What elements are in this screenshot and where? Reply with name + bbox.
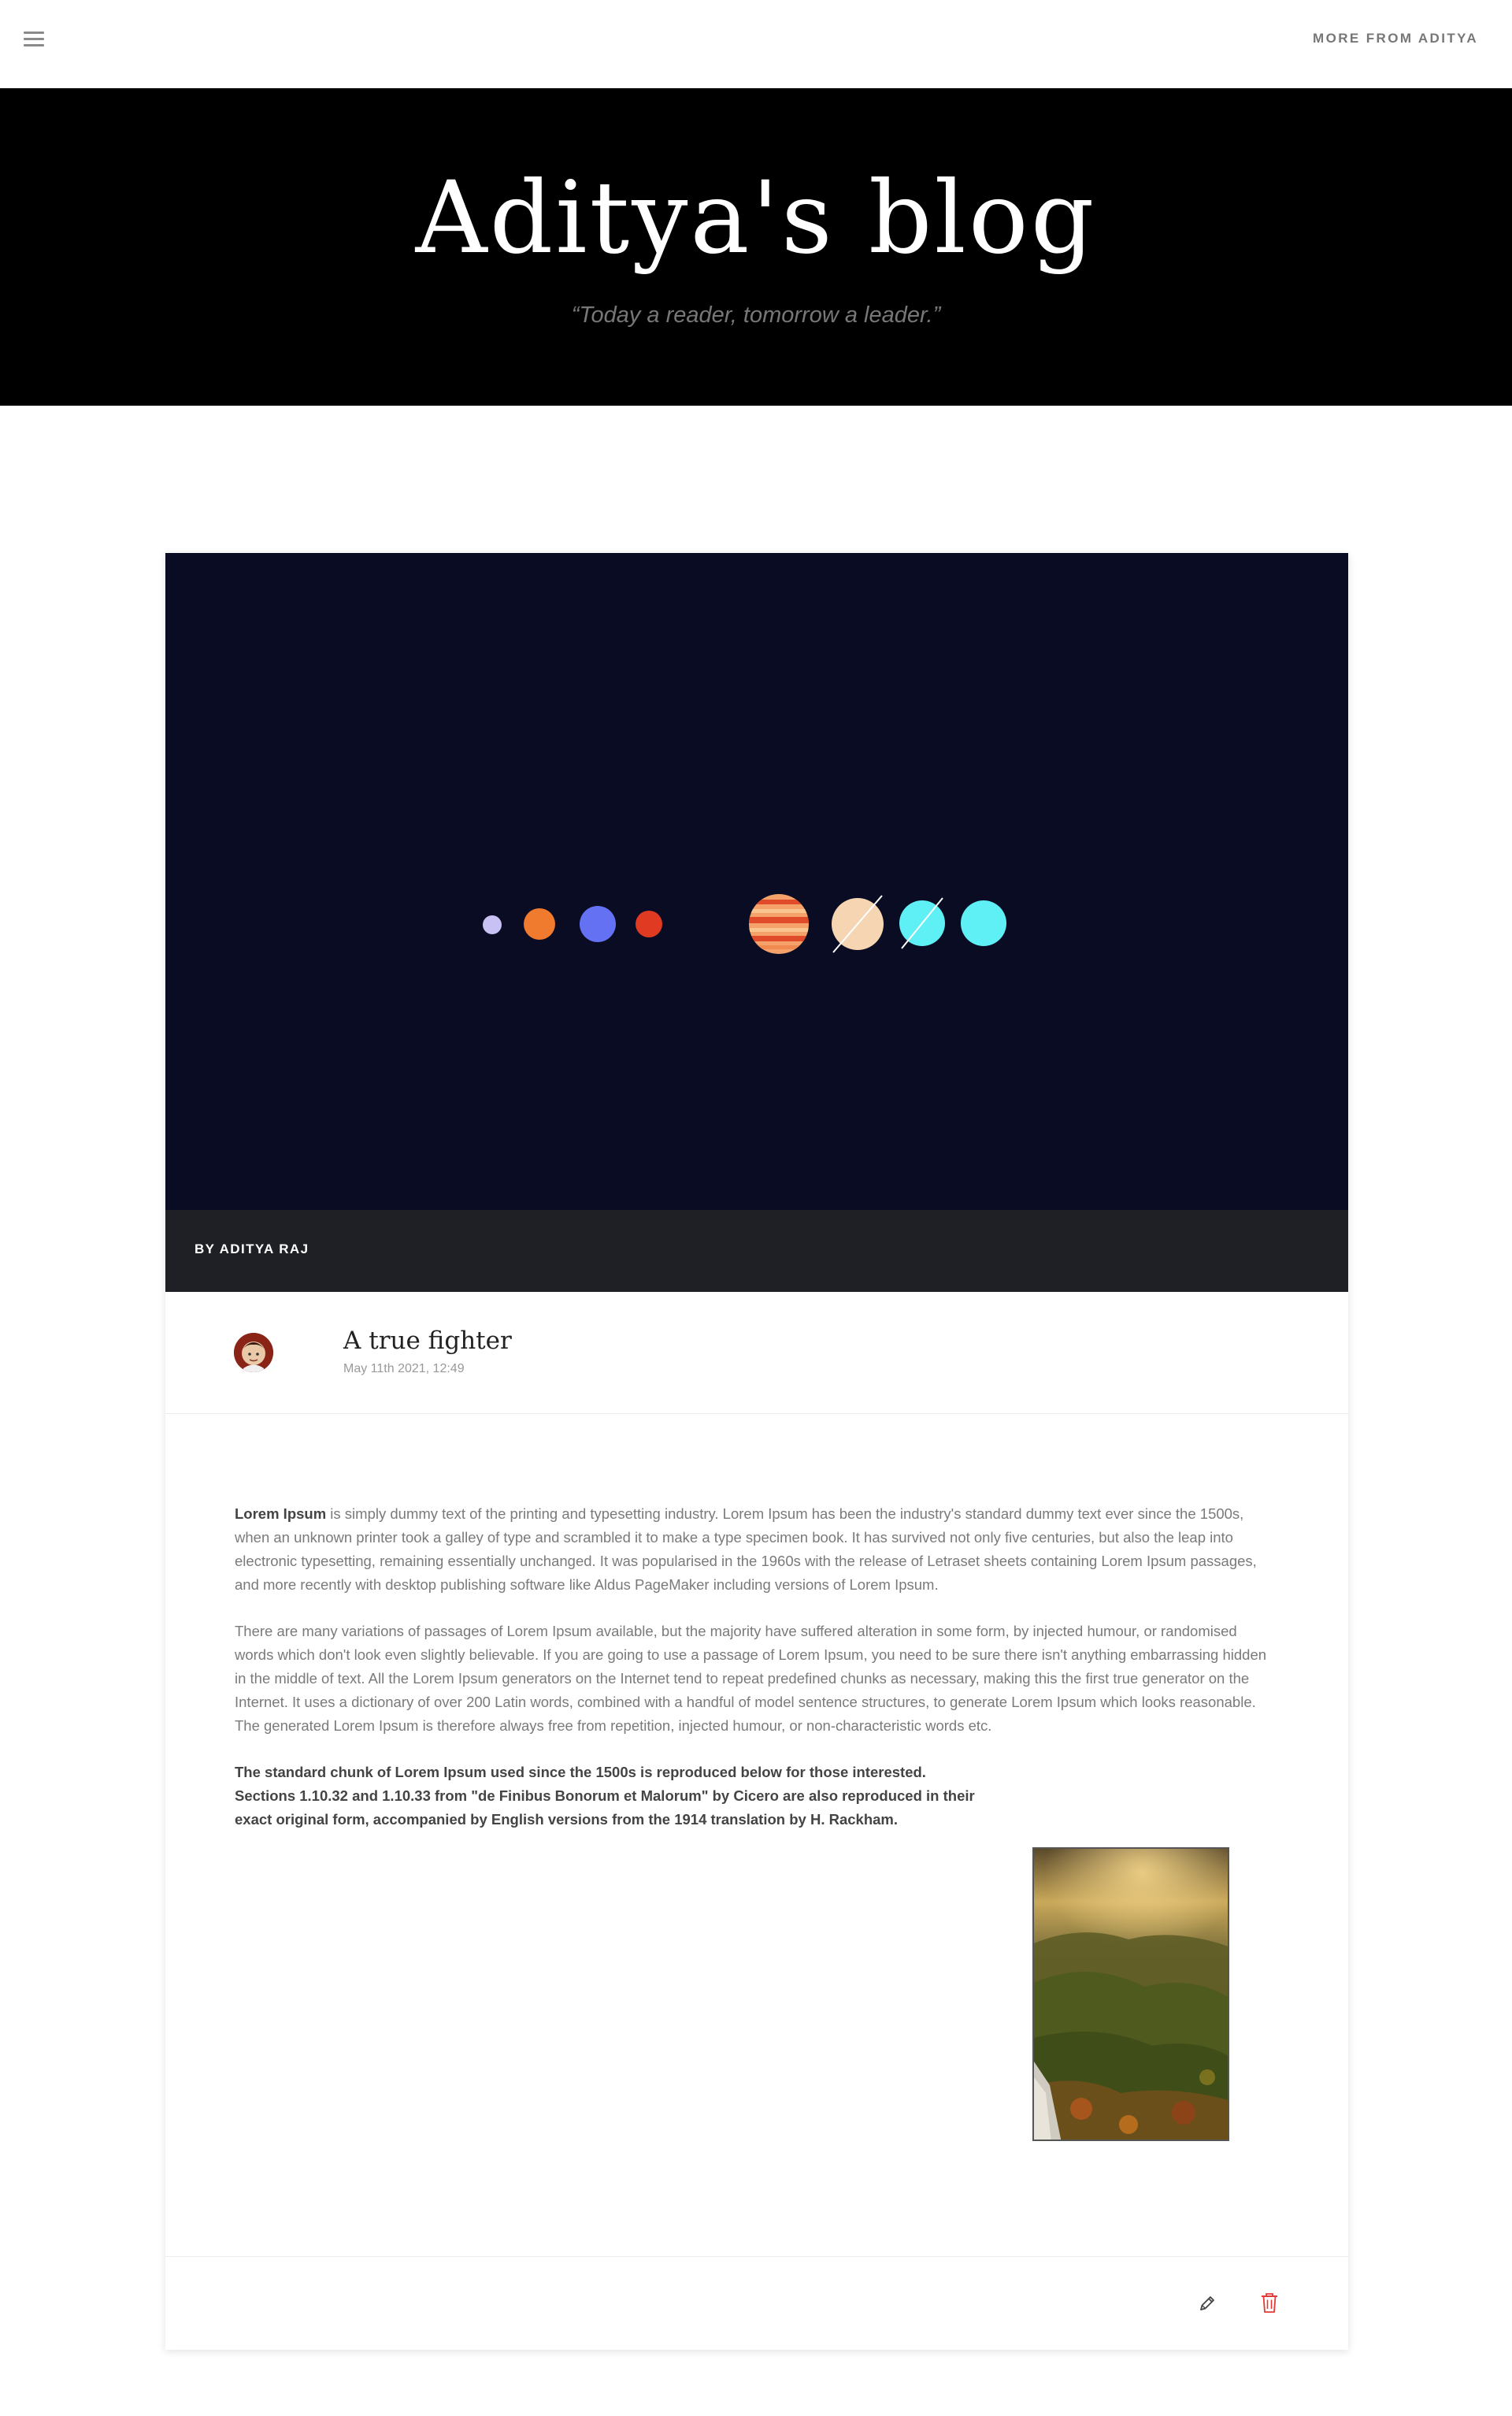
saturn-planet bbox=[832, 895, 884, 953]
blog-tagline: “Today a reader, tomorrow a leader.” bbox=[571, 302, 941, 328]
post-title: A true fighter bbox=[343, 1327, 512, 1355]
edit-button[interactable] bbox=[1197, 2293, 1217, 2314]
byline-bar: BY ADITYA RAJ bbox=[165, 1210, 1348, 1292]
top-navbar: MORE FROM ADITYA bbox=[0, 0, 1512, 88]
body-paragraph-3: The standard chunk of Lorem Ipsum used s… bbox=[235, 1764, 975, 1828]
blog-title: Aditya's blog bbox=[415, 160, 1097, 276]
jupiter-planet bbox=[749, 894, 809, 954]
pencil-icon bbox=[1200, 2296, 1214, 2310]
author-avatar[interactable] bbox=[234, 1333, 273, 1372]
mercury-planet bbox=[483, 915, 502, 934]
lorem-ipsum-bold: Lorem Ipsum bbox=[235, 1505, 327, 1522]
hamburger-menu-icon[interactable] bbox=[24, 30, 46, 47]
uranus-planet bbox=[899, 897, 945, 949]
venus-planet bbox=[524, 908, 555, 940]
earth-planet bbox=[580, 906, 616, 942]
body-paragraph-2: There are many variations of passages of… bbox=[235, 1623, 1267, 1734]
body-paragraph-1-text: is simply dummy text of the printing and… bbox=[235, 1505, 1257, 1593]
post-date: May 11th 2021, 12:49 bbox=[343, 1362, 465, 1375]
neptune-planet bbox=[961, 900, 1006, 946]
hero-banner: Aditya's blog “Today a reader, tomorrow … bbox=[0, 88, 1512, 406]
post-header: A true fighter May 11th 2021, 12:49 bbox=[165, 1292, 1348, 1414]
mars-planet bbox=[636, 911, 662, 937]
solar-system-illustration bbox=[483, 894, 1006, 954]
post-body: Lorem Ipsum is simply dummy text of the … bbox=[235, 1502, 1268, 1831]
post-actions bbox=[165, 2256, 1348, 2350]
trash-icon bbox=[1262, 2293, 1277, 2313]
delete-button[interactable] bbox=[1259, 2292, 1280, 2314]
more-from-aditya-link[interactable]: MORE FROM ADITYA bbox=[1313, 29, 1478, 48]
post-cover-image bbox=[165, 553, 1348, 1210]
body-paragraph-1: Lorem Ipsum is simply dummy text of the … bbox=[235, 1502, 1268, 1597]
mountain-landscape-image bbox=[1034, 1849, 1228, 2140]
post-inline-image bbox=[1032, 1847, 1229, 2141]
post-byline: BY ADITYA RAJ bbox=[195, 1241, 309, 1256]
